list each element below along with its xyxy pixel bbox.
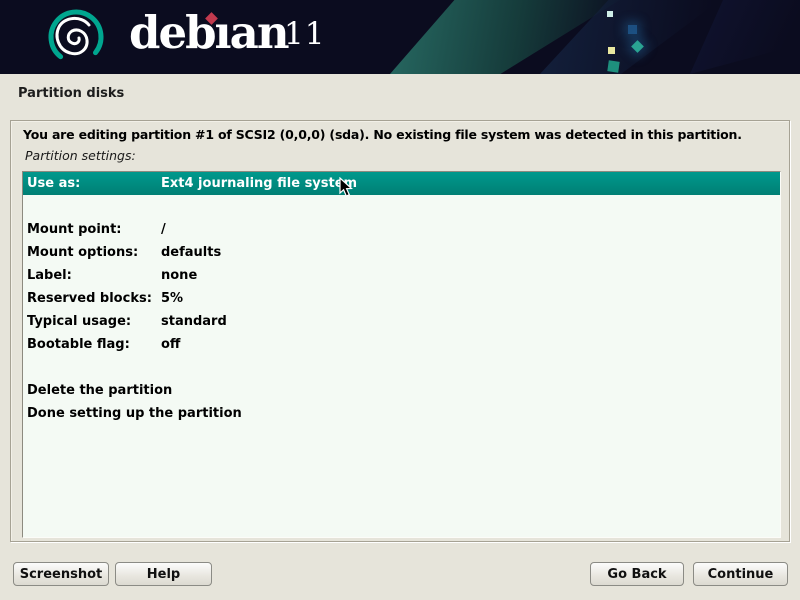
list-item-value: none [161, 264, 197, 287]
list-item[interactable]: Mount point: / [23, 218, 780, 241]
list-item-label: Mount point: [27, 218, 121, 241]
banner-art-spark [607, 11, 613, 17]
list-item-value: / [161, 218, 166, 241]
list-item[interactable]: Typical usage: standard [23, 310, 780, 333]
help-button[interactable]: Help [115, 562, 212, 586]
list-item-spacer [23, 356, 780, 379]
list-item[interactable]: Use as: Ext4 journaling file system [23, 172, 780, 195]
list-item[interactable]: Delete the partition [23, 379, 780, 402]
list-item-label: Label: [27, 264, 72, 287]
banner-art-spark [628, 25, 637, 34]
debian-swirl-icon [46, 6, 106, 66]
content-frame: You are editing partition #1 of SCSI2 (0… [10, 120, 790, 542]
list-item-label: Mount options: [27, 241, 138, 264]
list-item-label: Use as: [27, 172, 80, 195]
list-item-label: Reserved blocks: [27, 287, 152, 310]
list-item-value: Ext4 journaling file system [161, 172, 357, 195]
debian-version: 11 [284, 16, 325, 52]
partition-info-text: You are editing partition #1 of SCSI2 (0… [23, 127, 773, 142]
continue-button[interactable]: Continue [693, 562, 788, 586]
list-item-value: defaults [161, 241, 221, 264]
list-item[interactable]: Reserved blocks: 5% [23, 287, 780, 310]
list-item[interactable]: Label: none [23, 264, 780, 287]
banner-art-corner-beam [690, 0, 800, 74]
list-item-value: 5% [161, 287, 183, 310]
list-item-label: Bootable flag: [27, 333, 130, 356]
banner: debıan 11 [0, 0, 800, 74]
banner-art-spark [608, 47, 615, 54]
list-item-value: standard [161, 310, 227, 333]
debian-logo-text: debıan [129, 4, 288, 62]
list-item[interactable]: Mount options: defaults [23, 241, 780, 264]
banner-art-spark [607, 60, 619, 72]
list-item-spacer [23, 195, 780, 218]
page-title: Partition disks [18, 86, 124, 101]
list-item[interactable]: Done setting up the partition [23, 402, 780, 425]
list-item-label: Typical usage: [27, 310, 131, 333]
list-item-label: Done setting up the partition [27, 402, 242, 425]
go-back-button[interactable]: Go Back [590, 562, 684, 586]
list-item[interactable]: Bootable flag: off [23, 333, 780, 356]
list-item-label: Delete the partition [27, 379, 172, 402]
partition-settings-label: Partition settings: [25, 148, 136, 163]
partition-settings-list[interactable]: Use as: Ext4 journaling file system Mount … [22, 171, 781, 538]
screenshot-button[interactable]: Screenshot [13, 562, 109, 586]
list-item-value: off [161, 333, 180, 356]
